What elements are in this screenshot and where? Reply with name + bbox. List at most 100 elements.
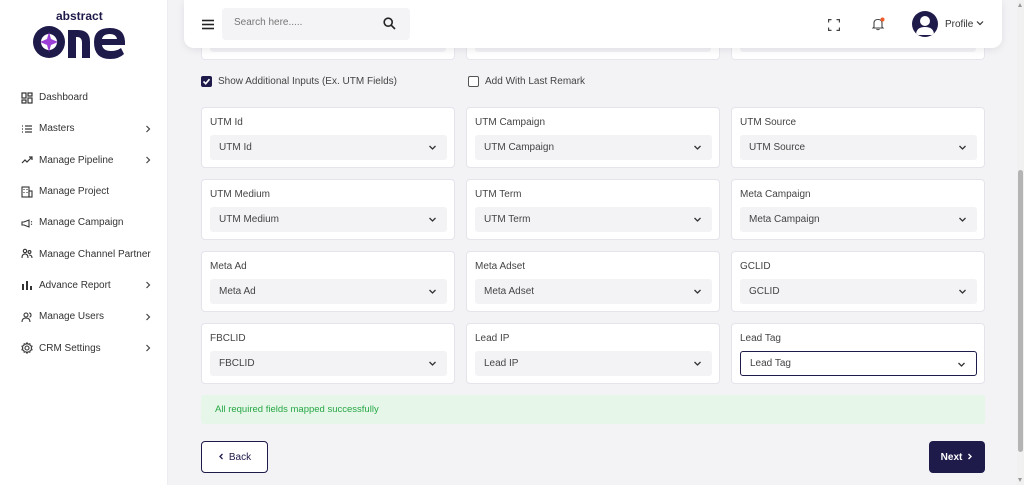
select-value: UTM Id [219,142,252,153]
scrollbar-thumb[interactable] [1018,170,1023,452]
field-card-gclid: GCLID GCLID [731,251,985,312]
sidebar-item-advance-report[interactable]: Advance Report [0,270,168,301]
show-additional-inputs-option[interactable]: Show Additional Inputs (Ex. UTM Fields) [201,76,397,87]
handshake-icon [20,247,34,261]
back-button[interactable]: Back [201,441,268,473]
lead-tag-select[interactable]: Lead Tag [740,351,977,376]
profile-menu[interactable]: Profile [945,19,984,30]
select-value: Meta Campaign [749,214,820,225]
chevron-down-icon [428,287,437,296]
building-icon [20,185,34,199]
gclid-select[interactable]: GCLID [740,279,977,304]
add-with-last-remark-label: Add With Last Remark [485,76,586,87]
select-value: FBCLID [219,358,255,369]
brand-logo[interactable]: abstract [28,8,140,62]
field-card-lead-tag: Lead Tag Lead Tag [731,323,985,384]
bar-chart-icon [20,278,34,292]
sidebar-item-label: Masters [39,123,75,135]
meta-ad-select[interactable]: Meta Ad [210,279,447,304]
show-additional-inputs-checkbox[interactable] [201,76,212,87]
scroll-down-arrow-icon[interactable] [1018,478,1022,482]
field-card-utm-term: UTM Term UTM Term [466,179,720,240]
success-message: All required fields mapped successfully [215,404,379,415]
field-card-meta-campaign: Meta Campaign Meta Campaign [731,179,985,240]
field-label: Lead IP [475,333,510,344]
sidebar-item-label: Advance Report [39,279,111,291]
search-input[interactable] [234,17,374,28]
utm-campaign-select[interactable]: UTM Campaign [475,135,712,160]
svg-text:abstract: abstract [56,9,103,23]
select-value: UTM Source [749,142,806,153]
field-card-utm-campaign: UTM Campaign UTM Campaign [466,107,720,168]
field-card-fbclid: FBCLID FBCLID [201,323,455,384]
field-label: UTM Campaign [475,117,546,128]
avatar[interactable] [912,11,938,37]
sidebar-item-label: Manage Campaign [39,217,124,229]
field-label: Meta Adset [475,261,526,272]
search-icon[interactable] [383,17,396,30]
list-icon [20,122,34,136]
meta-campaign-select[interactable]: Meta Campaign [740,207,977,232]
field-card-utm-id: UTM Id UTM Id [201,107,455,168]
page-scrollbar[interactable] [1017,0,1024,485]
chevron-down-icon [693,287,702,296]
hamburger-menu-icon[interactable] [202,17,214,30]
sidebar-item-dashboard[interactable]: Dashboard [0,82,168,113]
field-label: UTM Source [740,117,797,128]
sidebar-item-manage-campaign[interactable]: Manage Campaign [0,207,168,238]
fbclid-select[interactable]: FBCLID [210,351,447,376]
sidebar-item-manage-pipeline[interactable]: Manage Pipeline [0,145,168,176]
utm-medium-select[interactable]: UTM Medium [210,207,447,232]
chevron-right-icon [144,156,152,164]
meta-adset-select[interactable]: Meta Adset [475,279,712,304]
chevron-down-icon [693,143,702,152]
select-value: Meta Ad [219,286,256,297]
select-value: Lead Tag [750,358,791,369]
field-label: Lead Tag [740,333,781,344]
select-value: UTM Term [484,214,531,225]
top-header: Profile [184,0,1002,48]
chevron-left-icon [218,452,225,463]
users-icon [20,310,34,324]
select-value: GCLID [749,286,780,297]
select-value: UTM Campaign [484,142,555,153]
select-value: Meta Adset [484,286,535,297]
fullscreen-icon[interactable] [828,18,840,31]
success-alert: All required fields mapped successfully [201,395,985,424]
field-label: GCLID [740,261,771,272]
notification-bell-icon[interactable] [871,17,885,31]
sidebar-item-manage-channel-partner[interactable]: Manage Channel Partner [0,238,168,269]
dashboard-icon [20,91,34,105]
select-value: Lead IP [484,358,519,369]
sidebar-item-manage-project[interactable]: Manage Project [0,176,168,207]
utm-term-select[interactable]: UTM Term [475,207,712,232]
scroll-up-arrow-icon[interactable] [1018,3,1022,7]
megaphone-icon [20,216,34,230]
add-with-last-remark-option[interactable]: Add With Last Remark [468,76,585,87]
field-label: Meta Campaign [740,189,811,200]
chevron-right-icon [144,281,152,289]
sidebar-item-label: Manage Users [39,311,105,323]
next-button[interactable]: Next [929,441,985,473]
chevron-right-icon [144,125,152,133]
next-button-label: Next [940,451,963,463]
search-box [222,8,410,40]
field-card-meta-ad: Meta Ad Meta Ad [201,251,455,312]
sidebar-item-crm-settings[interactable]: CRM Settings [0,332,168,363]
sidebar-item-manage-users[interactable]: Manage Users [0,301,168,332]
sidebar-item-masters[interactable]: Masters [0,113,168,144]
utm-id-select[interactable]: UTM Id [210,135,447,160]
sidebar-item-label: Manage Project [39,186,110,198]
sidebar-nav: Dashboard Masters Manage Pipeline Manage… [0,82,168,364]
add-with-last-remark-checkbox[interactable] [468,76,479,87]
back-button-label: Back [228,451,252,463]
utm-source-select[interactable]: UTM Source [740,135,977,160]
chevron-down-icon [958,287,967,296]
lead-ip-select[interactable]: Lead IP [475,351,712,376]
field-card-lead-ip: Lead IP Lead IP [466,323,720,384]
chevron-down-icon [428,143,437,152]
chevron-down-icon [958,215,967,224]
gear-icon [20,341,34,355]
sidebar-item-label: Manage Pipeline [39,154,114,166]
pipeline-icon [20,153,34,167]
